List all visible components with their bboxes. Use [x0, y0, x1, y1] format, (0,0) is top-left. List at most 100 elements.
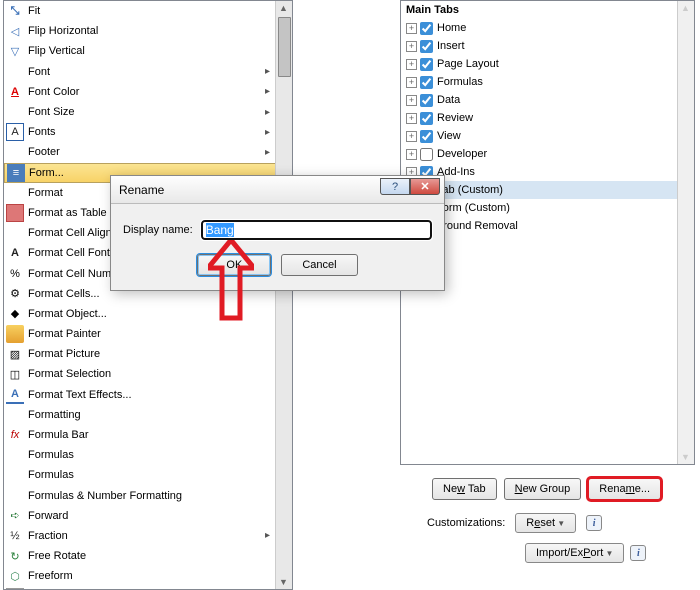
tree-checkbox[interactable] — [420, 40, 433, 53]
command-icon: ½ — [6, 527, 24, 545]
list-item[interactable]: Font Size▸ — [4, 102, 292, 122]
scrollbar-thumb[interactable] — [278, 17, 291, 77]
tree-checkbox[interactable] — [420, 58, 433, 71]
list-item-label: Free Rotate — [28, 550, 292, 562]
command-icon — [6, 446, 24, 464]
list-item[interactable]: ◆Format Object... — [4, 304, 292, 324]
command-icon: ▽ — [6, 42, 24, 60]
list-item[interactable]: fx Formula Bar — [4, 425, 292, 445]
tree-checkbox[interactable] — [420, 76, 433, 89]
right-scrollbar[interactable] — [677, 1, 694, 464]
list-item[interactable]: ▽ Flip Vertical — [4, 41, 292, 61]
ok-button[interactable]: OK — [197, 254, 271, 276]
command-icon — [6, 184, 24, 202]
list-item[interactable]: Formulas — [4, 465, 292, 485]
list-item[interactable]: AFormat Text Effects... — [4, 385, 292, 405]
dialog-close-button[interactable]: ✕ — [410, 178, 440, 195]
tree-expander-icon[interactable]: + — [406, 59, 417, 70]
list-item[interactable]: ◫Format Selection — [4, 364, 292, 384]
tree-item[interactable]: + Home — [401, 19, 694, 37]
tree-item[interactable]: +Page Layout — [401, 55, 694, 73]
tree-item-label: Insert — [437, 40, 465, 52]
list-item-label: Flip Horizontal — [28, 25, 292, 37]
customizations-label: Customizations: — [427, 517, 505, 529]
rename-dialog: Rename ? ✕ Display name: OK Cancel — [110, 175, 445, 291]
left-scrollbar[interactable] — [275, 1, 292, 589]
tree-item[interactable]: +View — [401, 127, 694, 145]
list-item-label: Flip Vertical — [28, 45, 292, 57]
new-tab-button[interactable]: New Tab — [432, 478, 497, 500]
list-item[interactable]: AFonts▸ — [4, 122, 292, 142]
new-group-button[interactable]: New Group — [504, 478, 582, 500]
list-item[interactable]: ◁ Flip Horizontal — [4, 21, 292, 41]
list-item[interactable]: ➪Forward — [4, 506, 292, 526]
tree-checkbox[interactable] — [420, 130, 433, 143]
list-item-label: Fraction — [28, 530, 292, 542]
command-icon — [6, 143, 24, 161]
tree-expander-icon[interactable]: + — [406, 149, 417, 160]
list-item[interactable]: ⬡Freeform — [4, 566, 292, 586]
tree-item[interactable]: +Data — [401, 91, 694, 109]
customizations-row: Customizations: Reset i — [427, 513, 602, 533]
list-item-label: Font Size — [28, 106, 292, 118]
tree-checkbox[interactable] — [420, 112, 433, 125]
list-item-label: Fit — [28, 5, 292, 17]
display-name-input[interactable] — [201, 220, 432, 240]
list-item[interactable]: Formulas & Number Formatting — [4, 486, 292, 506]
list-item-label: Formulas — [28, 469, 292, 481]
command-icon — [6, 103, 24, 121]
list-item[interactable]: Font▸ — [4, 62, 292, 82]
list-item[interactable]: ↻Free Rotate — [4, 546, 292, 566]
info-icon[interactable]: i — [586, 515, 602, 531]
command-icon: A — [6, 386, 24, 404]
list-item-label: Format Object... — [28, 308, 292, 320]
tree-checkbox[interactable] — [420, 148, 433, 161]
tree-expander-icon[interactable]: + — [406, 131, 417, 142]
tree-item-label: Home — [437, 22, 466, 34]
submenu-indicator-icon: ▸ — [265, 86, 270, 97]
submenu-indicator-icon: ▸ — [265, 66, 270, 77]
list-item[interactable]: Formulas — [4, 445, 292, 465]
list-item[interactable]: ▨Format Picture — [4, 344, 292, 364]
reset-dropdown[interactable]: Reset — [515, 513, 576, 533]
list-item-label: Formula Bar — [28, 429, 292, 441]
command-icon — [6, 466, 24, 484]
list-item-label: Font Color — [28, 86, 292, 98]
cancel-button[interactable]: Cancel — [281, 254, 357, 276]
tree-expander-icon[interactable]: + — [406, 77, 417, 88]
tree-item[interactable]: +Review — [401, 109, 694, 127]
list-item[interactable]: Footer▸ — [4, 142, 292, 162]
command-icon: ◫ — [6, 365, 24, 383]
tree-expander-icon[interactable]: + — [406, 113, 417, 124]
tree-expander-icon[interactable]: + — [406, 95, 417, 106]
list-item-label: Formulas & Number Formatting — [28, 490, 292, 502]
command-icon: fx — [6, 426, 24, 444]
tree-expander-icon[interactable]: + — [406, 23, 417, 34]
tree-item[interactable]: +Developer — [401, 145, 694, 163]
command-icon: ◁ — [6, 22, 24, 40]
commands-listbox[interactable]: ⤡Fit◁Flip Horizontal▽Flip VerticalFont▸A… — [3, 0, 293, 590]
tree-expander-icon[interactable]: + — [406, 41, 417, 52]
info-icon[interactable]: i — [630, 545, 646, 561]
submenu-indicator-icon: ▸ — [265, 127, 270, 138]
command-icon: ⬡ — [6, 567, 24, 585]
dialog-titlebar[interactable]: Rename ? ✕ — [111, 176, 444, 204]
tree-checkbox[interactable] — [420, 22, 433, 35]
tree-item[interactable]: + Insert — [401, 37, 694, 55]
list-item-label: Font — [28, 66, 292, 78]
list-item[interactable]: ½Fraction▸ — [4, 526, 292, 546]
tree-checkbox[interactable] — [420, 94, 433, 107]
tree-item[interactable]: +Formulas — [401, 73, 694, 91]
dialog-help-button[interactable]: ? — [380, 178, 410, 195]
import-export-dropdown[interactable]: Import/ExPort — [525, 543, 624, 563]
tab-button-row: New Tab New Group Rename... — [432, 478, 661, 500]
list-item[interactable]: Freeze Panes▸ — [4, 586, 292, 590]
command-icon — [6, 325, 24, 343]
submenu-indicator-icon: ▸ — [265, 147, 270, 158]
tree-header: Main Tabs — [401, 1, 694, 19]
list-item[interactable]: ⤡Fit — [4, 1, 292, 21]
rename-button[interactable]: Rename... — [588, 478, 661, 500]
list-item[interactable]: Format Painter — [4, 324, 292, 344]
list-item[interactable]: Formatting — [4, 405, 292, 425]
list-item[interactable]: AFont Color▸ — [4, 82, 292, 102]
